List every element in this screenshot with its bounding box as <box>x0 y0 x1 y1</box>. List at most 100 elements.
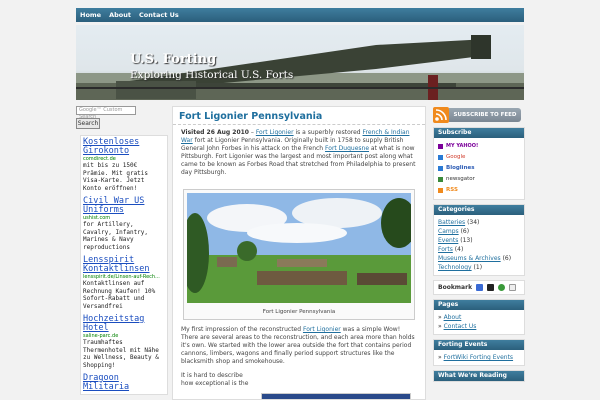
subscribe-bloglines[interactable]: Bloglines <box>438 163 520 174</box>
category-item: Camps (6) <box>438 227 520 236</box>
widget-body: » About » Contact Us <box>434 310 524 334</box>
ad-text: Traumhaftes Thermenhotel mit Nähe zu Wel… <box>83 339 159 369</box>
more-icon[interactable] <box>509 284 517 291</box>
ad-item[interactable]: Civil War US Uniforms ushist.com for Art… <box>83 197 165 251</box>
rss-icon <box>433 106 449 123</box>
site-title[interactable]: U.S. Forting <box>130 52 216 67</box>
post-intro: Visited 26 Aug 2010 – Fort Ligonier is a… <box>181 129 417 177</box>
subscribe-item-label: RSS <box>446 187 458 193</box>
category-count: (4) <box>454 246 464 253</box>
categories-widget: Categories Batteries (34) Camps (6) Even… <box>433 204 525 276</box>
ad-item[interactable]: Kostenloses Girokonto comdirect.de mit b… <box>83 138 165 192</box>
digg-icon[interactable] <box>487 284 495 291</box>
category-item: Technology (1) <box>438 263 520 272</box>
page-item: » Contact Us <box>438 323 477 330</box>
ad-item[interactable]: Dragoon Militaria <box>83 374 165 392</box>
subscribe-google[interactable]: Google <box>438 152 520 163</box>
category-count: (1) <box>473 264 483 271</box>
category-item: Museums & Archives (6) <box>438 254 520 263</box>
post-paragraph: My first impression of the reconstructed… <box>181 326 417 366</box>
widget-heading: What We're Reading <box>434 371 524 381</box>
category-item: Forts (4) <box>438 245 520 254</box>
text: is a superbly restored <box>293 129 363 136</box>
bookmark-row: Bookmark <box>434 281 524 294</box>
search-input[interactable]: Google™ Custom Search <box>76 106 136 120</box>
widget-heading: Forting Events <box>434 340 524 350</box>
ad-item[interactable]: Lensspirit Kontaktlinsen lensspirit.de/L… <box>83 256 165 310</box>
plus-icon <box>438 177 443 182</box>
widget-heading: Categories <box>434 205 524 215</box>
link-fort-ligonier[interactable]: Fort Ligonier <box>256 129 294 136</box>
ad-title[interactable]: Hochzeitstag Hotel <box>83 315 165 333</box>
bookmark-widget: Bookmark <box>433 280 525 295</box>
post-title[interactable]: Fort Ligonier Pennsylvania <box>173 107 425 125</box>
ad-text: Kontaktlinsen auf Rechnung Kaufen! 10% S… <box>83 280 156 310</box>
event-link[interactable]: FortWiki Forting Events <box>444 354 513 361</box>
ad-panel: Kostenloses Girokonto comdirect.de mit b… <box>80 135 168 395</box>
widget-heading: Pages <box>434 300 524 310</box>
delicious-icon[interactable] <box>476 284 484 291</box>
plus-icon <box>438 144 443 149</box>
link-fort-ligonier-2[interactable]: Fort Ligonier <box>303 326 341 333</box>
plus-icon <box>438 155 443 160</box>
ad-title[interactable]: Dragoon Militaria <box>83 374 165 392</box>
page-link-contact[interactable]: Contact Us <box>444 323 477 330</box>
post-paragraph: It is hard to describe how exceptional i… <box>181 372 249 387</box>
subscribe-item-label: Bloglines <box>446 165 475 171</box>
search-button[interactable]: Search <box>76 118 100 129</box>
category-count: (34) <box>467 219 480 226</box>
page-link-about[interactable]: About <box>444 314 462 321</box>
widget-body: Batteries (34) Camps (6) Events (13) For… <box>434 215 524 275</box>
top-nav: Home About Contact Us <box>76 8 524 22</box>
post-meta: Visited 26 Aug 2010 <box>181 129 249 136</box>
left-sidebar: Google™ Custom Search Search Kostenloses… <box>76 106 168 400</box>
main-post: Fort Ligonier Pennsylvania Visited 26 Au… <box>172 106 426 400</box>
post-photo-2[interactable] <box>261 393 411 399</box>
widget-body: » FortWiki Forting Events <box>434 350 524 365</box>
subscribe-item-label: newsgator <box>446 176 475 182</box>
category-count: (13) <box>460 237 473 244</box>
category-link[interactable]: Museums & Archives <box>438 255 501 262</box>
widget-heading: Subscribe <box>434 128 524 138</box>
subscribe-item-label: MY YAHOO! <box>446 143 479 149</box>
reading-widget: What We're Reading <box>433 370 525 382</box>
event-item: » FortWiki Forting Events <box>438 354 514 361</box>
post-photo[interactable]: Fort Ligonier Pennsylvania <box>181 189 417 320</box>
subscribe-widget: Subscribe MY YAHOO! Google Bloglines new… <box>433 127 525 200</box>
link-fort-duquesne[interactable]: Fort Duquesne <box>325 145 369 152</box>
category-item: Batteries (34) <box>438 218 520 227</box>
post-body: Visited 26 Aug 2010 – Fort Ligonier is a… <box>173 125 425 392</box>
subscribe-rss[interactable]: RSS <box>438 185 520 196</box>
fort-photo-image <box>181 193 417 303</box>
ad-item[interactable]: Hochzeitstag Hotel saline-parc.de Traumh… <box>83 315 165 369</box>
plus-icon <box>438 166 443 171</box>
subscribe-feed-button[interactable]: SUBSCRIBE TO FEED <box>433 106 521 123</box>
subscribe-yahoo[interactable]: MY YAHOO! <box>438 141 520 152</box>
category-link[interactable]: Technology <box>438 264 472 271</box>
category-link[interactable]: Forts <box>438 246 453 253</box>
ad-text: for Artillery, Cavalry, Infantry, Marine… <box>83 221 149 251</box>
category-item: Events (13) <box>438 236 520 245</box>
nav-contact[interactable]: Contact Us <box>139 11 179 19</box>
bookmark-label: Bookmark <box>438 284 473 291</box>
site-description: Exploring Historical U.S. Forts <box>130 69 294 81</box>
photo-caption: Fort Ligonier Pennsylvania <box>262 309 336 315</box>
site-header: U.S. Forting Exploring Historical U.S. F… <box>76 25 524 100</box>
stumbleupon-icon[interactable] <box>498 284 506 291</box>
nav-home[interactable]: Home <box>80 11 101 19</box>
category-link[interactable]: Camps <box>438 228 459 235</box>
category-link[interactable]: Batteries <box>438 219 465 226</box>
ad-title[interactable]: Civil War US Uniforms <box>83 197 165 215</box>
rss-icon <box>438 188 443 193</box>
dash: – <box>248 129 256 136</box>
nav-about[interactable]: About <box>109 11 131 19</box>
widget-body: MY YAHOO! Google Bloglines newsgator RSS <box>434 138 524 199</box>
page-item: » About <box>438 314 462 321</box>
text: My first impression of the reconstructed <box>181 326 303 333</box>
ad-title[interactable]: Kostenloses Girokonto <box>83 138 165 156</box>
right-sidebar: SUBSCRIBE TO FEED Subscribe MY YAHOO! Go… <box>433 106 525 400</box>
subscribe-newsgator[interactable]: newsgator <box>438 174 520 185</box>
ad-title[interactable]: Lensspirit Kontaktlinsen <box>83 256 165 274</box>
category-link[interactable]: Events <box>438 237 458 244</box>
category-count: (6) <box>502 255 512 262</box>
